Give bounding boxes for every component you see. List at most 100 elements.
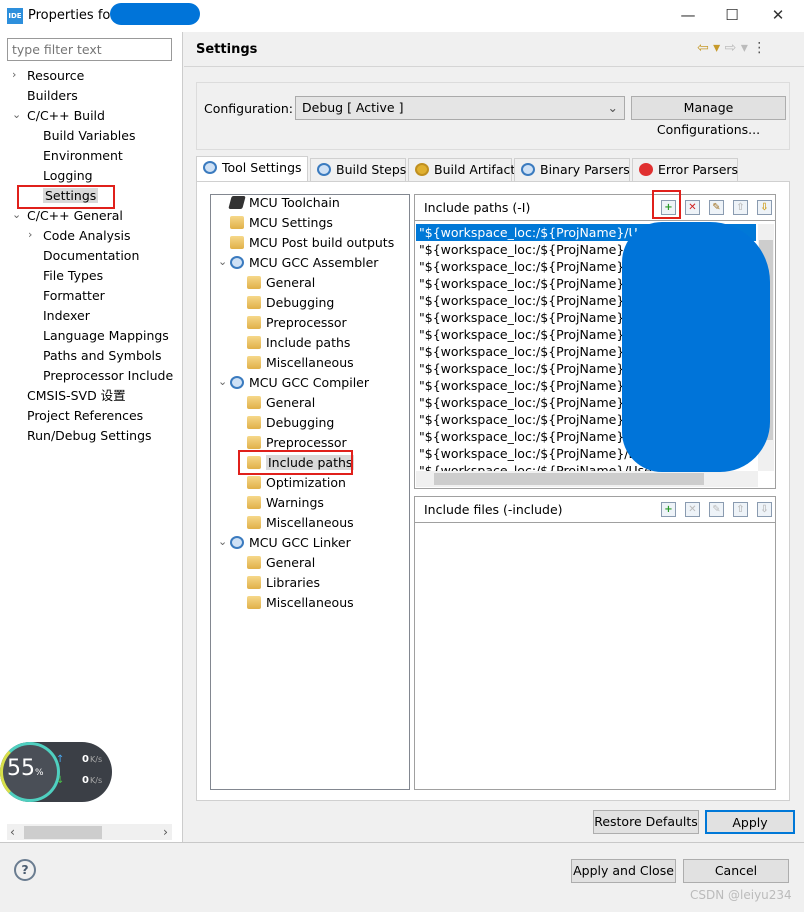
page-title: Settings bbox=[196, 42, 258, 57]
sidebar-item[interactable]: Language Mappings bbox=[43, 326, 169, 346]
horizontal-scrollbar[interactable] bbox=[416, 471, 758, 487]
tool-tree-item[interactable]: Miscellaneous bbox=[247, 513, 354, 533]
tool-tree-item[interactable]: Miscellaneous bbox=[247, 353, 354, 373]
tool-tree-item[interactable]: MCU GCC Compiler bbox=[230, 373, 369, 393]
include-files-panel: Include files (-include) + ✕ ✎ ⇧ ⇩ bbox=[414, 496, 776, 790]
sidebar-item-label: Indexer bbox=[43, 308, 90, 323]
sidebar-item[interactable]: Code Analysis bbox=[43, 226, 130, 246]
restore-defaults-button[interactable]: Restore Defaults bbox=[593, 810, 699, 834]
sidebar-item[interactable]: Run/Debug Settings bbox=[27, 426, 152, 446]
filter-input[interactable] bbox=[7, 38, 172, 61]
tab[interactable]: Error Parsers bbox=[632, 158, 738, 181]
help-icon[interactable]: ? bbox=[14, 859, 36, 881]
sidebar-item[interactable]: Build Variables bbox=[43, 126, 135, 146]
cancel-button[interactable]: Cancel bbox=[683, 859, 789, 883]
apply-button[interactable]: Apply bbox=[705, 810, 795, 834]
sidebar-item[interactable]: Environment bbox=[43, 146, 123, 166]
sidebar-item[interactable]: Project References bbox=[27, 406, 143, 426]
chevron-right-icon[interactable]: › bbox=[12, 68, 16, 81]
move-down-icon[interactable]: ⇩ bbox=[757, 502, 772, 517]
tool-tree-item[interactable]: MCU Settings bbox=[230, 213, 333, 233]
chevron-down-icon[interactable]: ⌄ bbox=[12, 208, 21, 221]
tool-tree-item[interactable]: MCU Toolchain bbox=[228, 193, 340, 213]
sidebar-item[interactable]: Documentation bbox=[43, 246, 139, 266]
highlight-box bbox=[652, 190, 681, 219]
move-down-icon[interactable]: ⇩ bbox=[757, 200, 772, 215]
delete-icon[interactable]: ✕ bbox=[685, 200, 700, 215]
chevron-down-icon[interactable]: ⌄ bbox=[218, 375, 227, 388]
sidebar-item[interactable]: Indexer bbox=[43, 306, 90, 326]
tab[interactable]: Tool Settings bbox=[196, 156, 308, 181]
window-title: Properties for bbox=[28, 8, 116, 23]
scroll-left-icon[interactable]: ‹ bbox=[10, 824, 15, 839]
close-button[interactable]: ✕ bbox=[768, 6, 788, 24]
configuration-select[interactable]: Debug [ Active ] ⌄ bbox=[295, 96, 625, 120]
tool-tree-label: Debugging bbox=[266, 415, 335, 430]
tab[interactable]: Build Artifact bbox=[408, 158, 515, 181]
sidebar-item[interactable]: Resource bbox=[27, 66, 84, 86]
chevron-right-icon[interactable]: › bbox=[28, 228, 32, 241]
tab-label: Binary Parsers bbox=[540, 162, 630, 177]
sidebar-item[interactable]: C/C++ Build bbox=[27, 106, 105, 126]
tool-tree-item[interactable]: MCU GCC Linker bbox=[230, 533, 351, 553]
folder-icon bbox=[247, 356, 261, 369]
move-up-icon[interactable]: ⇧ bbox=[733, 502, 748, 517]
sidebar-item-label: File Types bbox=[43, 268, 104, 283]
tab[interactable]: Build Steps bbox=[310, 158, 406, 181]
folder-icon bbox=[247, 596, 261, 609]
minimize-button[interactable]: — bbox=[678, 6, 698, 24]
apply-and-close-button[interactable]: Apply and Close bbox=[571, 859, 676, 883]
redaction-scribble bbox=[110, 3, 200, 25]
chevron-down-icon[interactable]: ⌄ bbox=[12, 108, 21, 121]
tab[interactable]: Binary Parsers bbox=[514, 158, 630, 181]
tool-tree-item[interactable]: Preprocessor bbox=[247, 313, 347, 333]
network-speed-widget: 55 % ↑ 0 K/s ↓ 0 K/s bbox=[0, 742, 112, 802]
scroll-thumb[interactable] bbox=[24, 826, 102, 839]
sidebar-item[interactable]: Logging bbox=[43, 166, 93, 186]
sidebar-item[interactable]: File Types bbox=[43, 266, 103, 286]
sidebar-item[interactable]: Builders bbox=[27, 86, 78, 106]
tool-tree-item[interactable]: General bbox=[247, 393, 315, 413]
highlight-box bbox=[17, 185, 115, 209]
sidebar-item-label: Preprocessor Include bbox=[43, 368, 174, 383]
sidebar-item-label: C/C++ Build bbox=[27, 108, 105, 123]
add-icon[interactable]: + bbox=[661, 502, 676, 517]
tool-tree-label: MCU GCC Assembler bbox=[249, 255, 379, 270]
sidebar-item-label: C/C++ General bbox=[27, 208, 123, 223]
edit-icon[interactable]: ✎ bbox=[709, 502, 724, 517]
chevron-down-icon[interactable]: ⌄ bbox=[218, 535, 227, 548]
sidebar-item[interactable]: C/C++ General bbox=[27, 206, 123, 226]
tab-icon bbox=[317, 163, 331, 176]
tool-tree-item[interactable]: Debugging bbox=[247, 413, 334, 433]
tool-tree-item[interactable]: Include paths bbox=[247, 333, 350, 353]
maximize-button[interactable]: ☐ bbox=[722, 6, 742, 24]
divider bbox=[184, 66, 804, 67]
sidebar-item[interactable]: CMSIS-SVD 设置 bbox=[27, 386, 126, 406]
tool-tree-item[interactable]: MCU Post build outputs bbox=[230, 233, 394, 253]
tool-tree-label: Optimization bbox=[266, 475, 346, 490]
tool-tree-item[interactable]: General bbox=[247, 553, 315, 573]
tool-tree-item[interactable]: Warnings bbox=[247, 493, 324, 513]
tool-tree-item[interactable]: Libraries bbox=[247, 573, 320, 593]
move-up-icon[interactable]: ⇧ bbox=[733, 200, 748, 215]
tool-tree-item[interactable]: MCU GCC Assembler bbox=[230, 253, 378, 273]
chevron-down-icon[interactable]: ⌄ bbox=[218, 255, 227, 268]
edit-icon[interactable]: ✎ bbox=[709, 200, 724, 215]
tool-tree-item[interactable]: Miscellaneous bbox=[247, 593, 354, 613]
tool-tree-item[interactable]: General bbox=[247, 273, 315, 293]
delete-icon[interactable]: ✕ bbox=[685, 502, 700, 517]
scroll-right-icon[interactable]: › bbox=[163, 824, 168, 839]
tool-tree-label: Libraries bbox=[266, 575, 320, 590]
tool-tree-label: Debugging bbox=[266, 295, 335, 310]
tool-tree-item[interactable]: Debugging bbox=[247, 293, 334, 313]
folder-icon bbox=[247, 276, 261, 289]
folder-icon bbox=[230, 216, 244, 229]
folder-icon bbox=[247, 316, 261, 329]
back-forward-nav[interactable]: ⇦ ▾ ⇨ ▾ ⋮ bbox=[697, 40, 766, 56]
sidebar-item[interactable]: Preprocessor Include bbox=[43, 366, 173, 386]
manage-configurations-button[interactable]: Manage Configurations... bbox=[631, 96, 786, 137]
folder-icon bbox=[247, 556, 261, 569]
sidebar-item[interactable]: Paths and Symbols bbox=[43, 346, 162, 366]
tool-tree-item[interactable]: Optimization bbox=[247, 473, 346, 493]
sidebar-item[interactable]: Formatter bbox=[43, 286, 105, 306]
